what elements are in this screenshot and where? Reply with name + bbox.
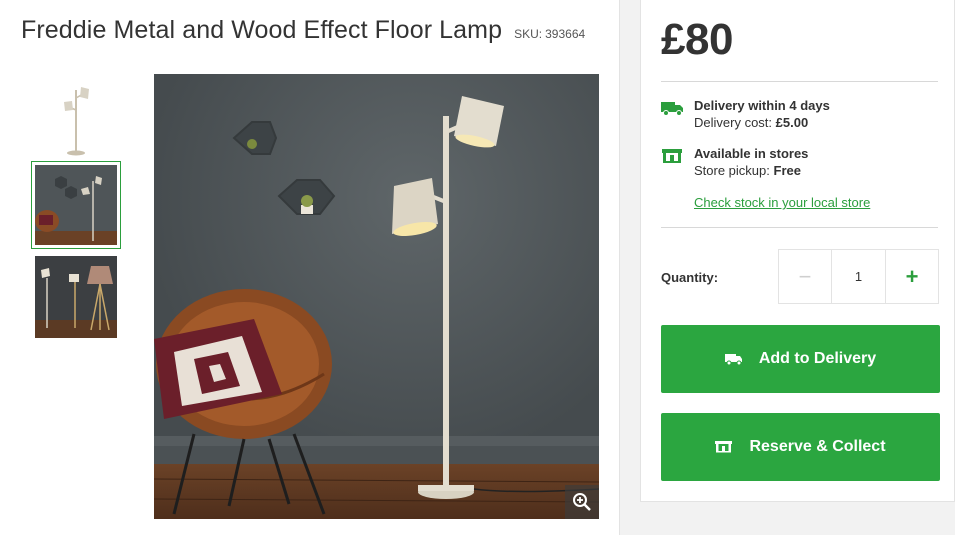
thumbnail-lamps-image: [35, 255, 117, 338]
quantity-stepper: − 1 +: [778, 249, 939, 304]
quantity-decrease-button[interactable]: −: [779, 250, 832, 303]
product-title: Freddie Metal and Wood Effect Floor Lamp: [21, 16, 503, 44]
divider: [661, 81, 938, 82]
store-icon: [715, 441, 733, 453]
title-row: Freddie Metal and Wood Effect Floor Lamp…: [21, 16, 599, 45]
reserve-collect-label: Reserve & Collect: [749, 438, 886, 455]
store-icon: [662, 149, 682, 163]
main-product-image[interactable]: [154, 74, 599, 519]
truck-icon: [724, 354, 742, 366]
divider: [661, 227, 938, 228]
thumbnail-lamp-image: [31, 72, 121, 160]
delivery-title: Delivery within 4 days: [694, 98, 830, 113]
check-stock-link[interactable]: Check stock in your local store: [694, 195, 870, 210]
sku-value: 393664: [545, 27, 586, 41]
quantity-label: Quantity:: [661, 270, 719, 285]
stores-title: Available in stores: [694, 146, 809, 161]
zoom-button[interactable]: [565, 485, 599, 519]
quantity-value[interactable]: 1: [832, 250, 885, 303]
truck-icon: [661, 102, 683, 116]
zoom-in-icon: [573, 493, 591, 511]
room-scene-image: [154, 74, 599, 519]
store-pickup-value: Free: [773, 163, 801, 178]
add-to-delivery-button[interactable]: Add to Delivery: [661, 325, 940, 393]
store-pickup-label: Store pickup:: [694, 163, 770, 178]
delivery-cost-value: £5.00: [775, 115, 809, 130]
sku: SKU: 393664: [514, 27, 585, 41]
price: £80: [661, 15, 733, 64]
thumbnail-2-selected[interactable]: [31, 161, 121, 249]
purchase-panel: £80 Delivery within 4 days Delivery cost…: [640, 0, 955, 502]
delivery-cost-label: Delivery cost:: [694, 115, 773, 130]
reserve-collect-button[interactable]: Reserve & Collect: [661, 413, 940, 481]
store-pickup: Store pickup: Free: [694, 162, 808, 179]
thumbnail-room-image: [35, 165, 117, 245]
thumbnail-3[interactable]: [31, 254, 121, 339]
quantity-increase-button[interactable]: +: [885, 250, 938, 303]
sku-label: SKU:: [514, 27, 543, 41]
delivery-info: Delivery within 4 days Delivery cost: £5…: [661, 97, 830, 131]
add-to-delivery-label: Add to Delivery: [758, 350, 877, 367]
thumbnail-1[interactable]: [31, 72, 121, 160]
product-gallery-panel: Freddie Metal and Wood Effect Floor Lamp…: [0, 0, 620, 535]
delivery-cost: Delivery cost: £5.00: [694, 114, 830, 131]
store-info: Available in stores Store pickup: Free: [661, 145, 808, 179]
